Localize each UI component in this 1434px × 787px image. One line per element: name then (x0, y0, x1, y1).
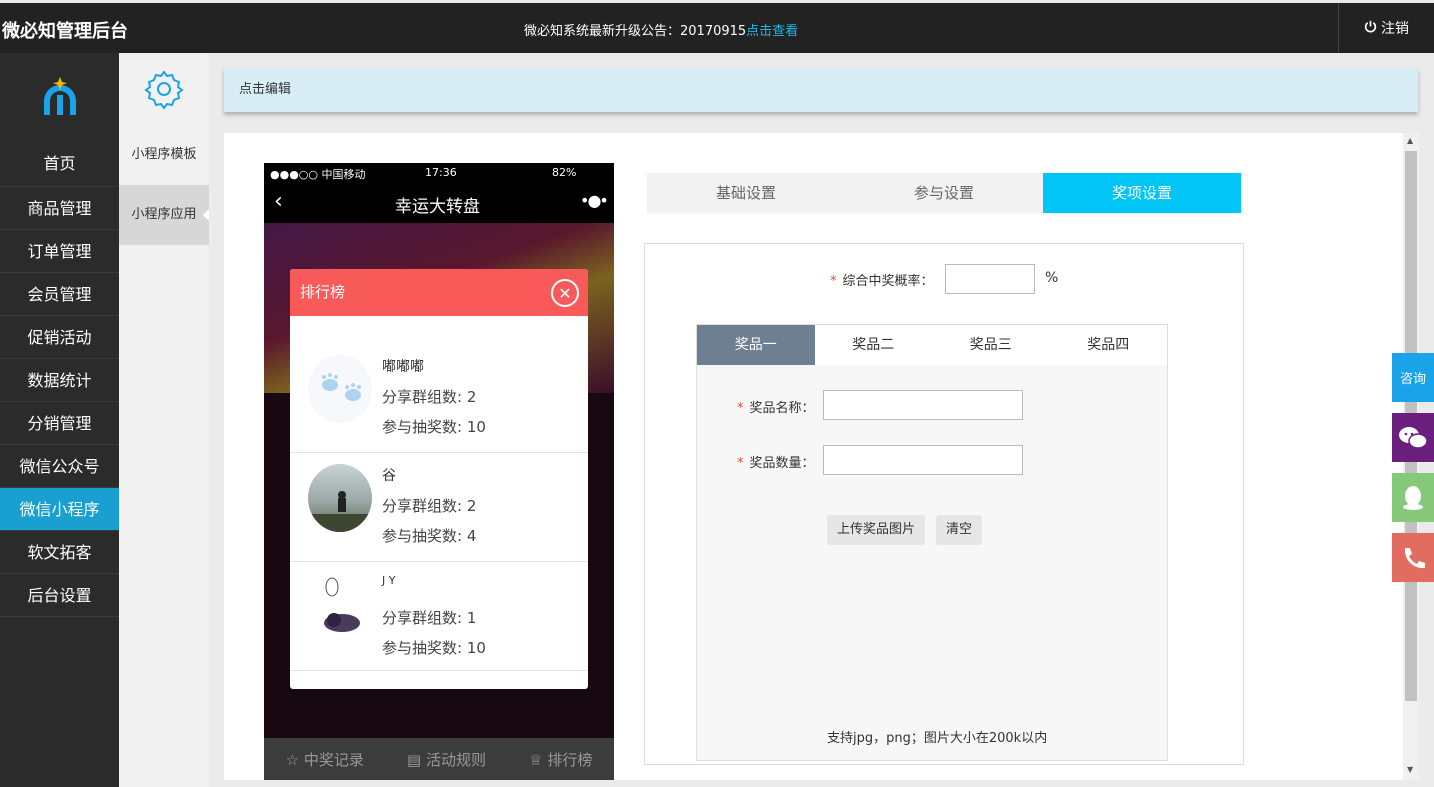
bottom-tab-ranking[interactable]: ♕ 排行榜 (529, 749, 592, 770)
upload-image-button[interactable]: 上传奖品图片 (827, 515, 926, 545)
close-icon[interactable]: ✕ (551, 279, 579, 307)
brand-logo (0, 53, 119, 141)
logout-button[interactable]: 注销 (1338, 3, 1434, 53)
sidebar-item-members[interactable]: 会员管理 (0, 273, 119, 316)
clear-button[interactable]: 清空 (936, 515, 983, 545)
sidebar-item-wechat-official[interactable]: 微信公众号 (0, 445, 119, 488)
prize-box: 奖品一 奖品二 奖品三 奖品四 * 奖品名称： * 奖品数量： 上传奖品图片 清空 … (696, 324, 1168, 761)
avatar (308, 573, 372, 641)
settings-tabs: 基础设置 参与设置 奖项设置 (647, 173, 1241, 213)
tab-prize-1[interactable]: 奖品一 (697, 325, 815, 365)
rate-unit: % (1045, 270, 1059, 286)
sidebar-item-promotions[interactable]: 促销活动 (0, 316, 119, 359)
scroll-up-icon[interactable]: ▲ (1407, 136, 1413, 145)
tab-basic-settings[interactable]: 基础设置 (647, 173, 845, 213)
document-icon: ▤ (407, 750, 422, 769)
prize-name-label: * 奖品名称： (737, 401, 815, 416)
carrier: ●●●○○ 中国移动 (270, 168, 366, 181)
main-sidebar: 首页 商品管理 订单管理 会员管理 促销活动 数据统计 分销管理 微信公众号 微… (0, 53, 119, 787)
ranking-row: 嘟嘟嘟 分享群组数: 2 参与抽奖数: 10 (290, 344, 588, 453)
notice-link[interactable]: 点击查看 (746, 24, 798, 39)
avatar (308, 355, 372, 423)
share-count: 分享群组数: 1 (382, 609, 477, 627)
draw-count: 参与抽奖数: 4 (382, 527, 477, 545)
ranking-row: J Y 分享群组数: 1 参与抽奖数: 10 (290, 562, 588, 671)
share-count: 分享群组数: 2 (382, 388, 477, 406)
draw-count: 参与抽奖数: 10 (382, 418, 486, 436)
tab-prize-settings[interactable]: 奖项设置 (1043, 173, 1241, 213)
phone-status-bar: ●●●○○ 中国移动 17:36 82% (264, 163, 614, 183)
qq-icon[interactable] (1392, 473, 1434, 522)
win-rate-input[interactable] (945, 264, 1035, 294)
ranking-name: 谷 (382, 468, 396, 484)
brand-title: 微必知管理后台 (2, 21, 128, 42)
system-notice: 微必知系统最新升级公告：20170915点击查看 (524, 20, 798, 39)
avatar (308, 464, 372, 532)
bottom-tab-records[interactable]: ☆ 中奖记录 (286, 749, 364, 770)
phone-time: 17:36 (425, 166, 457, 179)
tab-participation-settings[interactable]: 参与设置 (845, 173, 1043, 213)
bottom-tab-rules[interactable]: ▤ 活动规则 (407, 749, 486, 770)
prize-count-label: * 奖品数量： (737, 456, 815, 471)
ranking-name: 嘟嘟嘟 (382, 359, 424, 375)
back-icon[interactable]: ‹ (274, 189, 283, 214)
sub-sidebar: 小程序模板 小程序应用 (119, 53, 209, 787)
trophy-icon: ♕ (529, 750, 543, 769)
phone-icon[interactable] (1392, 533, 1434, 582)
ranking-row: 谷 分享群组数: 2 参与抽奖数: 4 (290, 453, 588, 562)
draw-count: 参与抽奖数: 10 (382, 639, 486, 657)
sidebar-item-orders[interactable]: 订单管理 (0, 230, 119, 273)
sidebar-item-distribution[interactable]: 分销管理 (0, 402, 119, 445)
subnav-templates[interactable]: 小程序模板 (119, 125, 209, 185)
tab-prize-3[interactable]: 奖品三 (932, 325, 1050, 365)
more-icon[interactable]: •●• (580, 191, 609, 210)
ranking-modal: 排行榜 ✕ 嘟嘟嘟 分享群组数: 2 参与抽奖数: 10 谷 分享群组数: 2 … (290, 269, 588, 689)
wechat-icon[interactable] (1392, 413, 1434, 462)
upload-hint: 支持jpg，png；图片大小在200k以内 (827, 731, 1048, 746)
sidebar-item-goods[interactable]: 商品管理 (0, 187, 119, 230)
top-bar: 微必知管理后台 微必知系统最新升级公告：20170915点击查看 注销 (0, 0, 1434, 53)
star-icon: ☆ (285, 750, 300, 769)
prize-settings-panel: * 综合中奖概率： % 奖品一 奖品二 奖品三 奖品四 * 奖品名称： * 奖品数量：… (644, 243, 1244, 765)
battery-level: 82% (552, 166, 577, 179)
consult-button[interactable]: 咨询 (1392, 353, 1434, 402)
phone-title: 幸运大转盘 (395, 197, 480, 217)
subnav-apps[interactable]: 小程序应用 (119, 185, 209, 245)
prize-tabs: 奖品一 奖品二 奖品三 奖品四 (697, 325, 1167, 365)
ranking-name: J Y (382, 574, 396, 587)
power-icon (1364, 20, 1377, 37)
prize-name-input[interactable] (823, 390, 1023, 420)
gear-icon (119, 53, 209, 125)
sidebar-item-settings[interactable]: 后台设置 (0, 574, 119, 617)
edit-bar[interactable]: 点击编辑 (224, 68, 1418, 112)
scroll-down-icon[interactable]: ▼ (1407, 765, 1413, 774)
tab-prize-2[interactable]: 奖品二 (815, 325, 933, 365)
sidebar-item-articles[interactable]: 软文拓客 (0, 531, 119, 574)
ranking-title: 排行榜 (300, 283, 346, 301)
logout-label: 注销 (1381, 21, 1409, 37)
notice-text: 微必知系统最新升级公告：20170915 (524, 24, 747, 39)
rate-label: * 综合中奖概率： (830, 274, 934, 289)
share-count: 分享群组数: 2 (382, 497, 477, 515)
prize-count-input[interactable] (823, 445, 1023, 475)
phone-title-bar: ‹ 幸运大转盘 •●• (264, 183, 614, 223)
phone-bottom-bar: ☆ 中奖记录 ▤ 活动规则 ♕ 排行榜 (264, 738, 614, 780)
ranking-header: 排行榜 ✕ (290, 269, 588, 316)
sidebar-item-statistics[interactable]: 数据统计 (0, 359, 119, 402)
tab-prize-4[interactable]: 奖品四 (1050, 325, 1168, 365)
sidebar-item-home[interactable]: 首页 (0, 141, 119, 187)
sidebar-item-mini-program[interactable]: 微信小程序 (0, 488, 119, 531)
